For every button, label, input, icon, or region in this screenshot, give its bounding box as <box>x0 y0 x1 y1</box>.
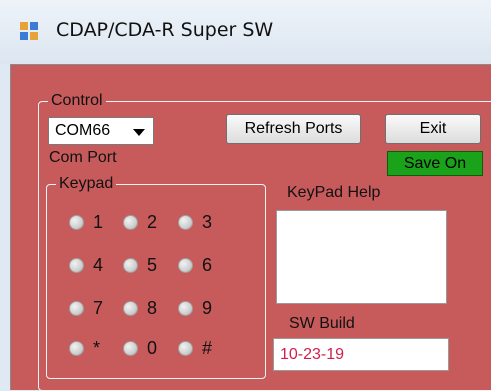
keypad-key-label: 1 <box>93 212 104 232</box>
keypad-radio-8[interactable]: 8 <box>123 297 183 321</box>
keypad-radio-star[interactable]: * <box>69 337 129 361</box>
radio-circle[interactable] <box>69 341 84 356</box>
app-icon <box>20 22 38 40</box>
sw-build-field[interactable]: 10-23-19 <box>273 338 449 371</box>
keypad-group-legend: Keypad <box>56 175 117 193</box>
keypad-key-label: 3 <box>202 212 213 232</box>
radio-circle[interactable] <box>123 341 138 356</box>
keypad-radio-4[interactable]: 4 <box>69 254 129 278</box>
keypad-key-label: # <box>202 338 213 358</box>
radio-circle[interactable] <box>123 258 138 273</box>
save-status-badge: Save On <box>387 151 483 176</box>
keypad-radio-hash[interactable]: # <box>178 337 238 361</box>
radio-circle[interactable] <box>178 341 193 356</box>
radio-circle[interactable] <box>69 301 84 316</box>
com-port-label: Com Port <box>49 149 117 166</box>
keypad-key-label: 5 <box>147 255 158 275</box>
keypad-radio-5[interactable]: 5 <box>123 254 183 278</box>
keypad-key-label: 0 <box>147 338 158 358</box>
radio-circle[interactable] <box>69 258 84 273</box>
keypad-help-field[interactable] <box>276 210 447 304</box>
keypad-key-label: 6 <box>202 255 213 275</box>
window-title: CDAP/CDA-R Super SW <box>56 19 274 41</box>
keypad-radio-1[interactable]: 1 <box>69 211 129 235</box>
com-port-dropdown[interactable]: COM66 <box>48 117 154 145</box>
keypad-key-label: 9 <box>202 298 213 318</box>
keypad-key-label: 2 <box>147 212 158 232</box>
main-panel: Control COM66 Com Port Refresh Ports Exi… <box>10 64 491 391</box>
radio-circle[interactable] <box>178 215 193 230</box>
keypad-radio-2[interactable]: 2 <box>123 211 183 235</box>
keypad-help-label: KeyPad Help <box>287 184 381 201</box>
keypad-radio-3[interactable]: 3 <box>178 211 238 235</box>
keypad-key-label: * <box>93 338 101 358</box>
keypad-radio-0[interactable]: 0 <box>123 337 183 361</box>
radio-circle[interactable] <box>178 258 193 273</box>
radio-circle[interactable] <box>69 215 84 230</box>
control-group-legend: Control <box>48 92 106 110</box>
keypad-key-label: 4 <box>93 255 104 275</box>
sw-build-value: 10-23-19 <box>280 346 345 363</box>
radio-circle[interactable] <box>178 301 193 316</box>
refresh-ports-button[interactable]: Refresh Ports <box>226 114 361 144</box>
title-bar: CDAP/CDA-R Super SW <box>0 0 491 64</box>
keypad-radio-6[interactable]: 6 <box>178 254 238 278</box>
radio-circle[interactable] <box>123 301 138 316</box>
chevron-down-icon <box>133 129 145 136</box>
exit-button[interactable]: Exit <box>385 114 481 144</box>
sw-build-label: SW Build <box>289 315 355 332</box>
com-port-selected: COM66 <box>55 122 111 139</box>
radio-circle[interactable] <box>123 215 138 230</box>
keypad-radio-7[interactable]: 7 <box>69 297 129 321</box>
keypad-key-label: 8 <box>147 298 158 318</box>
keypad-radio-9[interactable]: 9 <box>178 297 238 321</box>
keypad-key-label: 7 <box>93 298 104 318</box>
